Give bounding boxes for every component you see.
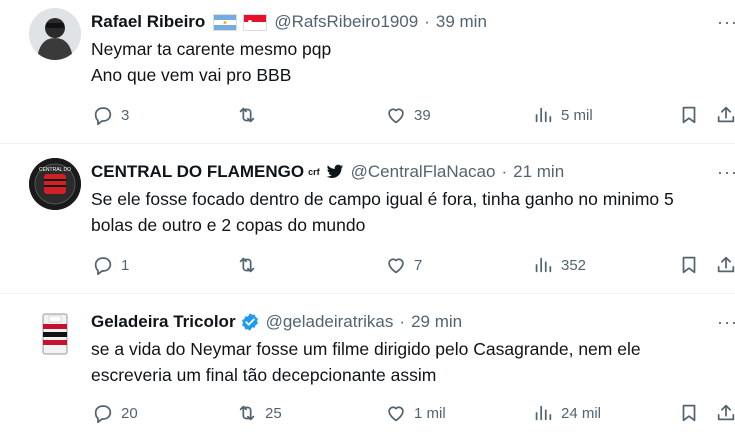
more-icon[interactable]: ···	[717, 163, 735, 181]
argentina-flag-icon	[213, 13, 238, 31]
avatar[interactable]: CENTRAL DO	[29, 158, 81, 210]
like-button[interactable]: 1 mil	[385, 402, 446, 424]
bookmark-icon	[682, 256, 696, 274]
tweet-text-line: Se ele fosse focado dentro de campo igua…	[91, 189, 674, 209]
views-button[interactable]: 352	[532, 254, 586, 276]
reply-icon	[94, 107, 112, 126]
tweet-header: CENTRAL DO FLAMENGO crf @CentralFlaNacao…	[91, 160, 564, 184]
tweet-3[interactable]: Geladeira Tricolor @geladeiratrikas · 29…	[0, 294, 735, 437]
tweet-header: Rafael Ribeiro @RafsRibeiro1909 · 39 min	[91, 10, 487, 34]
avatar[interactable]	[29, 308, 81, 360]
author-handle[interactable]: @RafsRibeiro1909	[274, 12, 418, 32]
views-icon	[535, 405, 552, 421]
share-icon	[717, 256, 735, 273]
share-button[interactable]	[715, 104, 735, 126]
reply-button[interactable]: 1	[92, 254, 129, 276]
avatar[interactable]	[29, 8, 81, 60]
author-name[interactable]: Rafael Ribeiro	[91, 12, 205, 32]
like-button[interactable]: 39	[385, 104, 431, 126]
bookmark-button[interactable]	[678, 254, 700, 276]
retweet-icon	[239, 405, 255, 421]
tweet-text: Se ele fosse focado dentro de campo igua…	[91, 186, 674, 238]
svg-text:CENTRAL DO: CENTRAL DO	[39, 167, 71, 173]
flag-icon	[243, 13, 268, 31]
share-icon	[717, 106, 735, 123]
like-count: 1 mil	[414, 404, 446, 422]
reply-count: 3	[121, 106, 130, 124]
tweet-text: se a vida do Neymar fosse um filme dirig…	[91, 336, 641, 388]
views-count: 352	[561, 256, 587, 274]
name-badge: crf	[308, 167, 320, 177]
author-name[interactable]: Geladeira Tricolor	[91, 312, 236, 332]
tweet-1[interactable]: Rafael Ribeiro @RafsRibeiro1909 · 39 min…	[0, 0, 735, 143]
separator-dot: ·	[424, 12, 430, 31]
author-name[interactable]: CENTRAL DO FLAMENGO	[91, 162, 304, 182]
share-button[interactable]	[715, 402, 735, 424]
like-button[interactable]: 7	[385, 254, 422, 276]
tweet-2[interactable]: CENTRAL DO CENTRAL DO FLAMENGO crf @Cent…	[0, 144, 735, 293]
reply-icon	[94, 257, 112, 276]
views-count: 24 mil	[561, 404, 602, 422]
timestamp[interactable]: 39 min	[436, 12, 487, 32]
separator-dot: ·	[501, 162, 508, 181]
bookmark-button[interactable]	[678, 104, 700, 126]
retweet-button[interactable]	[236, 254, 265, 276]
bookmark-icon	[682, 106, 696, 124]
avatar-image: CENTRAL DO	[29, 158, 81, 210]
tweet-header: Geladeira Tricolor @geladeiratrikas · 29…	[91, 310, 462, 334]
separator-dot: ·	[399, 312, 406, 331]
share-button[interactable]	[715, 254, 735, 276]
reply-count: 20	[121, 404, 138, 422]
avatar-image	[29, 308, 81, 360]
tweet-text: Neymar ta carente mesmo pqp Ano que vem …	[91, 36, 331, 88]
tweet-text-line: escreveria um final tão decepcionante as…	[91, 365, 437, 385]
tweet-text-line: se a vida do Neymar fosse um filme dirig…	[91, 339, 641, 359]
reply-count: 1	[121, 256, 130, 274]
retweet-button[interactable]: 25	[236, 402, 282, 424]
reply-button[interactable]: 20	[92, 402, 138, 424]
views-count: 5 mil	[561, 106, 593, 124]
timestamp[interactable]: 29 min	[411, 312, 462, 332]
reply-icon	[94, 405, 112, 424]
avatar-image	[29, 8, 81, 60]
author-handle[interactable]: @CentralFlaNacao	[351, 162, 496, 182]
retweet-icon	[239, 257, 255, 273]
like-count: 7	[414, 256, 423, 274]
timestamp[interactable]: 21 min	[513, 162, 564, 182]
views-button[interactable]: 24 mil	[532, 402, 601, 424]
tweet-text-line: Ano que vem vai pro BBB	[91, 65, 292, 85]
tweet-text-line: bolas de outro e 2 copas do mundo	[91, 215, 366, 235]
bird-icon	[326, 164, 344, 180]
views-button[interactable]: 5 mil	[532, 104, 593, 126]
retweet-button[interactable]	[236, 104, 265, 126]
like-icon	[388, 258, 404, 274]
retweet-count: 25	[265, 404, 282, 422]
views-icon	[535, 257, 552, 273]
reply-button[interactable]: 3	[92, 104, 129, 126]
retweet-icon	[239, 107, 255, 123]
like-icon	[388, 406, 404, 422]
like-count: 39	[414, 106, 431, 124]
views-icon	[535, 107, 552, 123]
like-icon	[388, 108, 404, 124]
bookmark-button[interactable]	[678, 402, 700, 424]
share-icon	[717, 404, 735, 421]
more-icon[interactable]: ···	[717, 313, 735, 331]
bookmark-icon	[682, 404, 696, 422]
tweet-text-line: Neymar ta carente mesmo pqp	[91, 39, 332, 59]
verified-badge-icon	[240, 312, 260, 332]
author-handle[interactable]: @geladeiratrikas	[266, 312, 394, 332]
more-icon[interactable]: ···	[717, 13, 735, 31]
